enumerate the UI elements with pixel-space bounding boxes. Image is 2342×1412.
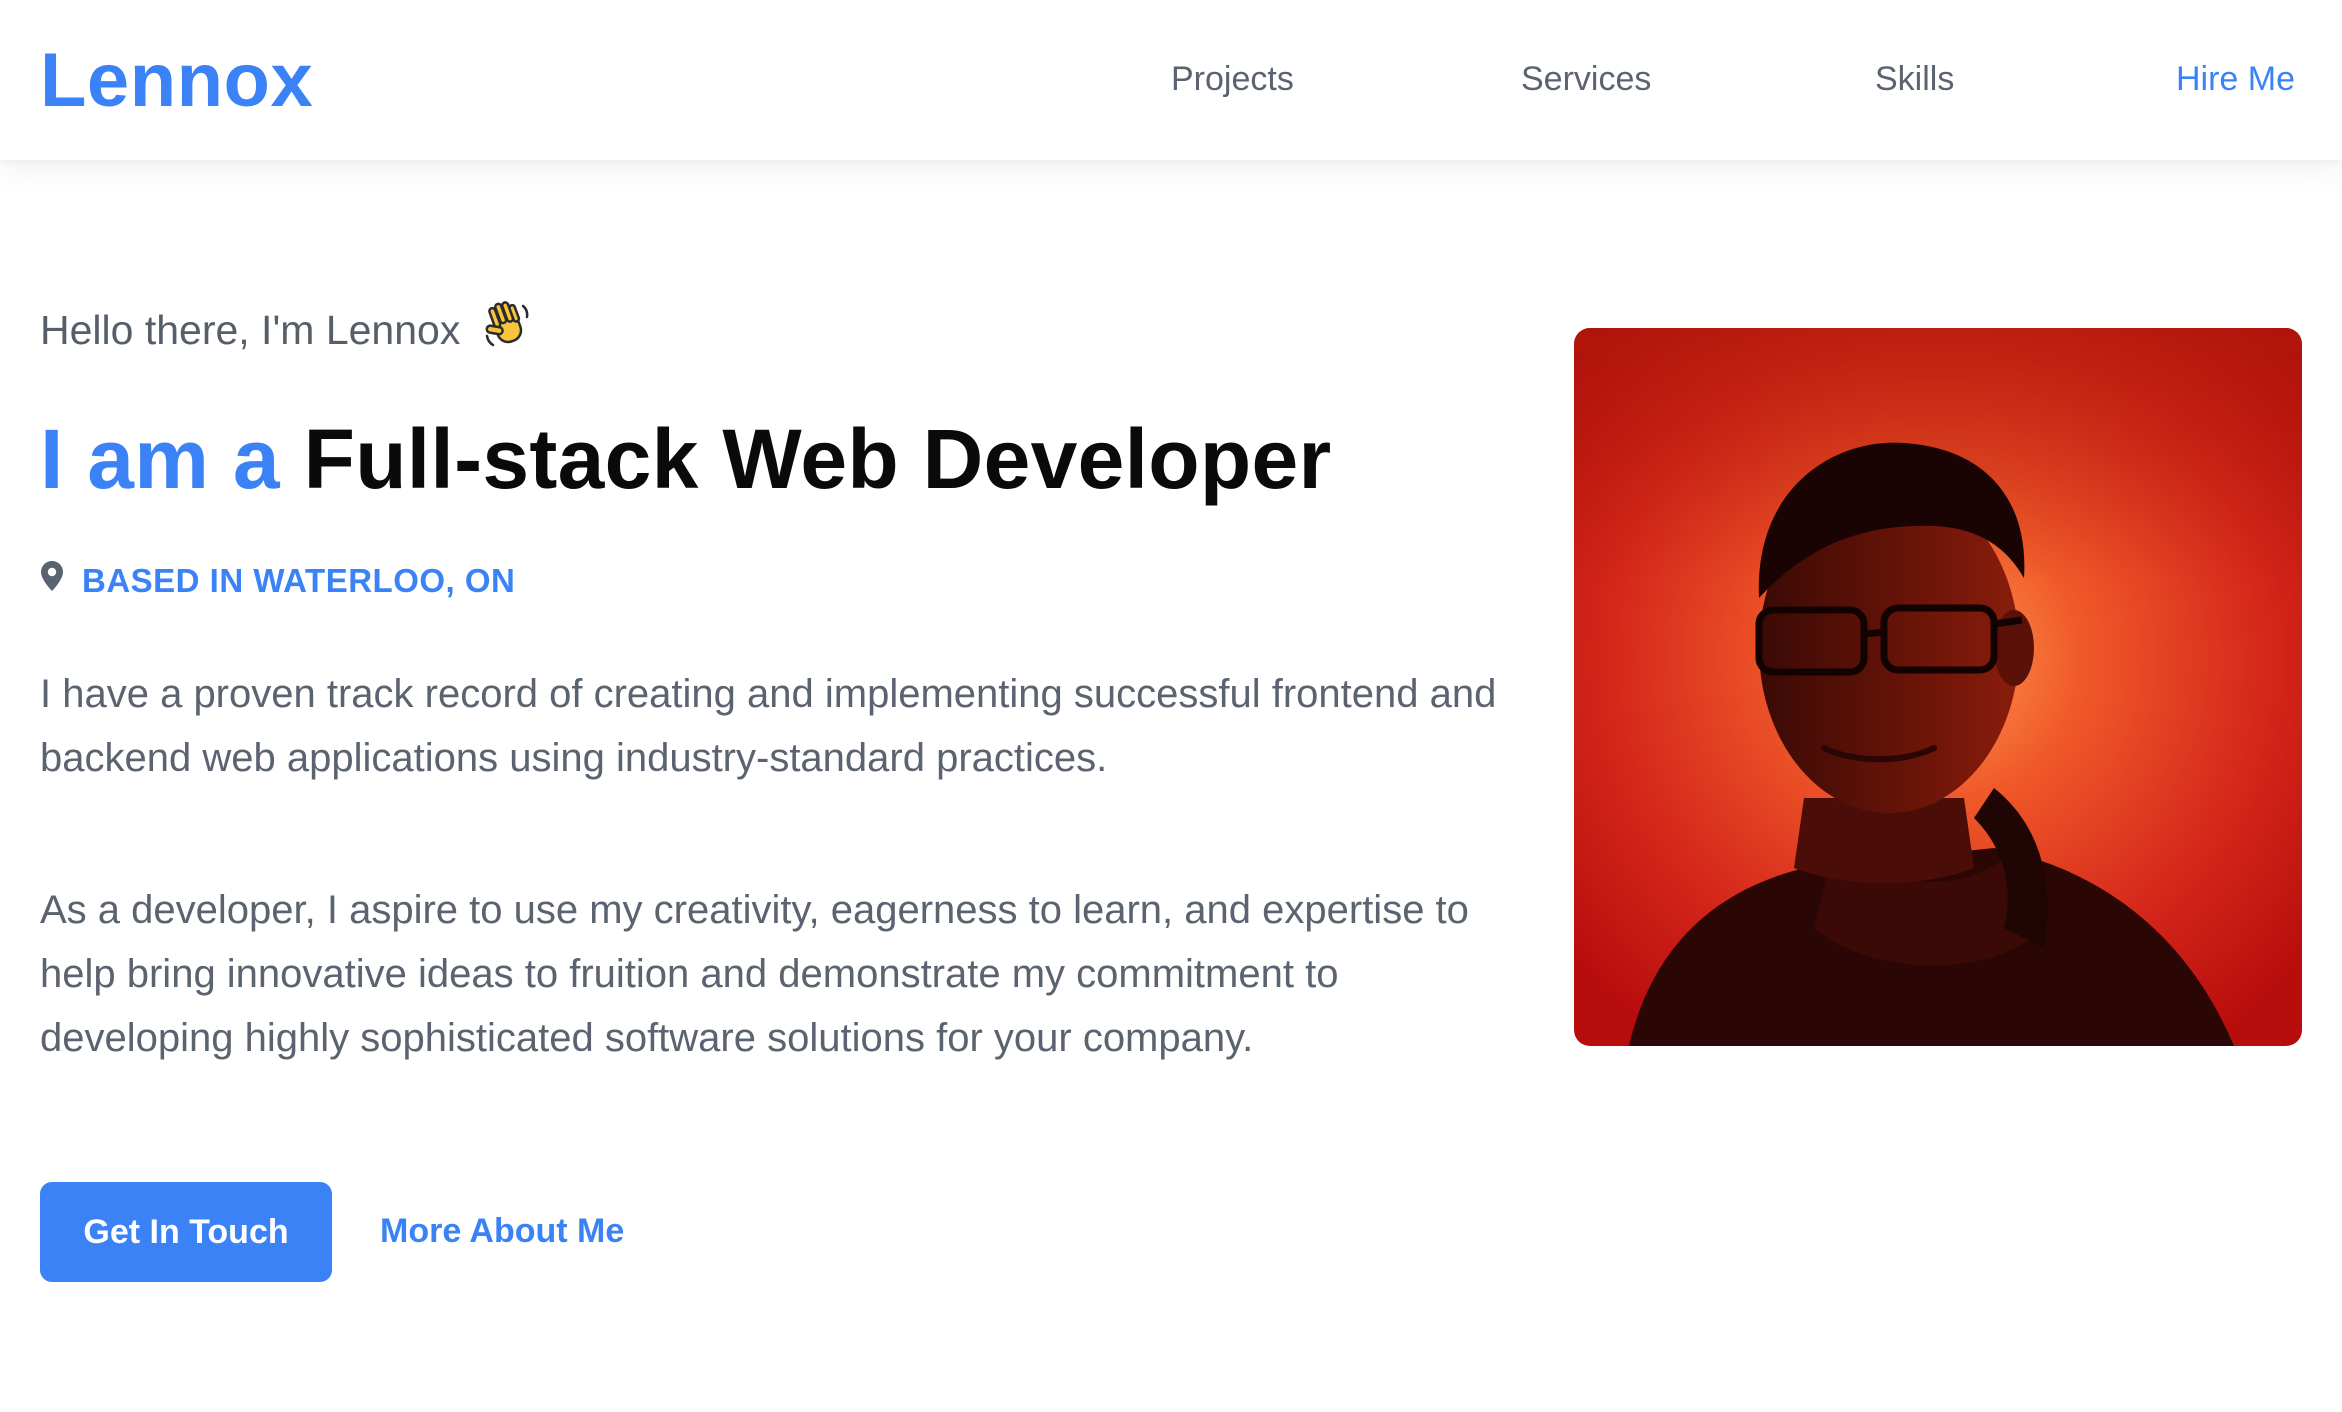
nav-link-hire-me[interactable]: Hire Me <box>2176 54 2295 104</box>
aspiration-paragraph: As a developer, I aspire to use my creat… <box>40 888 1469 1060</box>
get-in-touch-button[interactable]: Get In Touch <box>40 1182 332 1282</box>
greeting: Hello there, I'm Lennox <box>40 300 532 366</box>
nav-link-projects[interactable]: Projects <box>1171 54 1294 104</box>
brand-logo[interactable]: Lennox <box>40 36 313 126</box>
hero-headline: I am a Full-stack Web Developer <box>40 404 1332 514</box>
intro-paragraph: I have a proven track record of creating… <box>40 672 1497 780</box>
nav-link-services[interactable]: Services <box>1521 54 1651 104</box>
site-header: Lennox Projects Services Skills Hire Me <box>0 0 2342 160</box>
location-text: BASED IN WATERLOO, ON <box>82 562 516 599</box>
location: BASED IN WATERLOO, ON <box>40 558 515 604</box>
headline-role: Full-stack Web Developer <box>303 412 1332 506</box>
waving-hand-icon <box>482 300 532 366</box>
headline-prefix: I am a <box>40 412 280 506</box>
portrait-photo <box>1574 328 2302 1046</box>
map-pin-icon <box>40 558 64 604</box>
nav-link-skills[interactable]: Skills <box>1875 54 1954 104</box>
more-about-me-link[interactable]: More About Me <box>380 1204 624 1258</box>
greeting-text: Hello there, I'm Lennox <box>40 307 461 353</box>
